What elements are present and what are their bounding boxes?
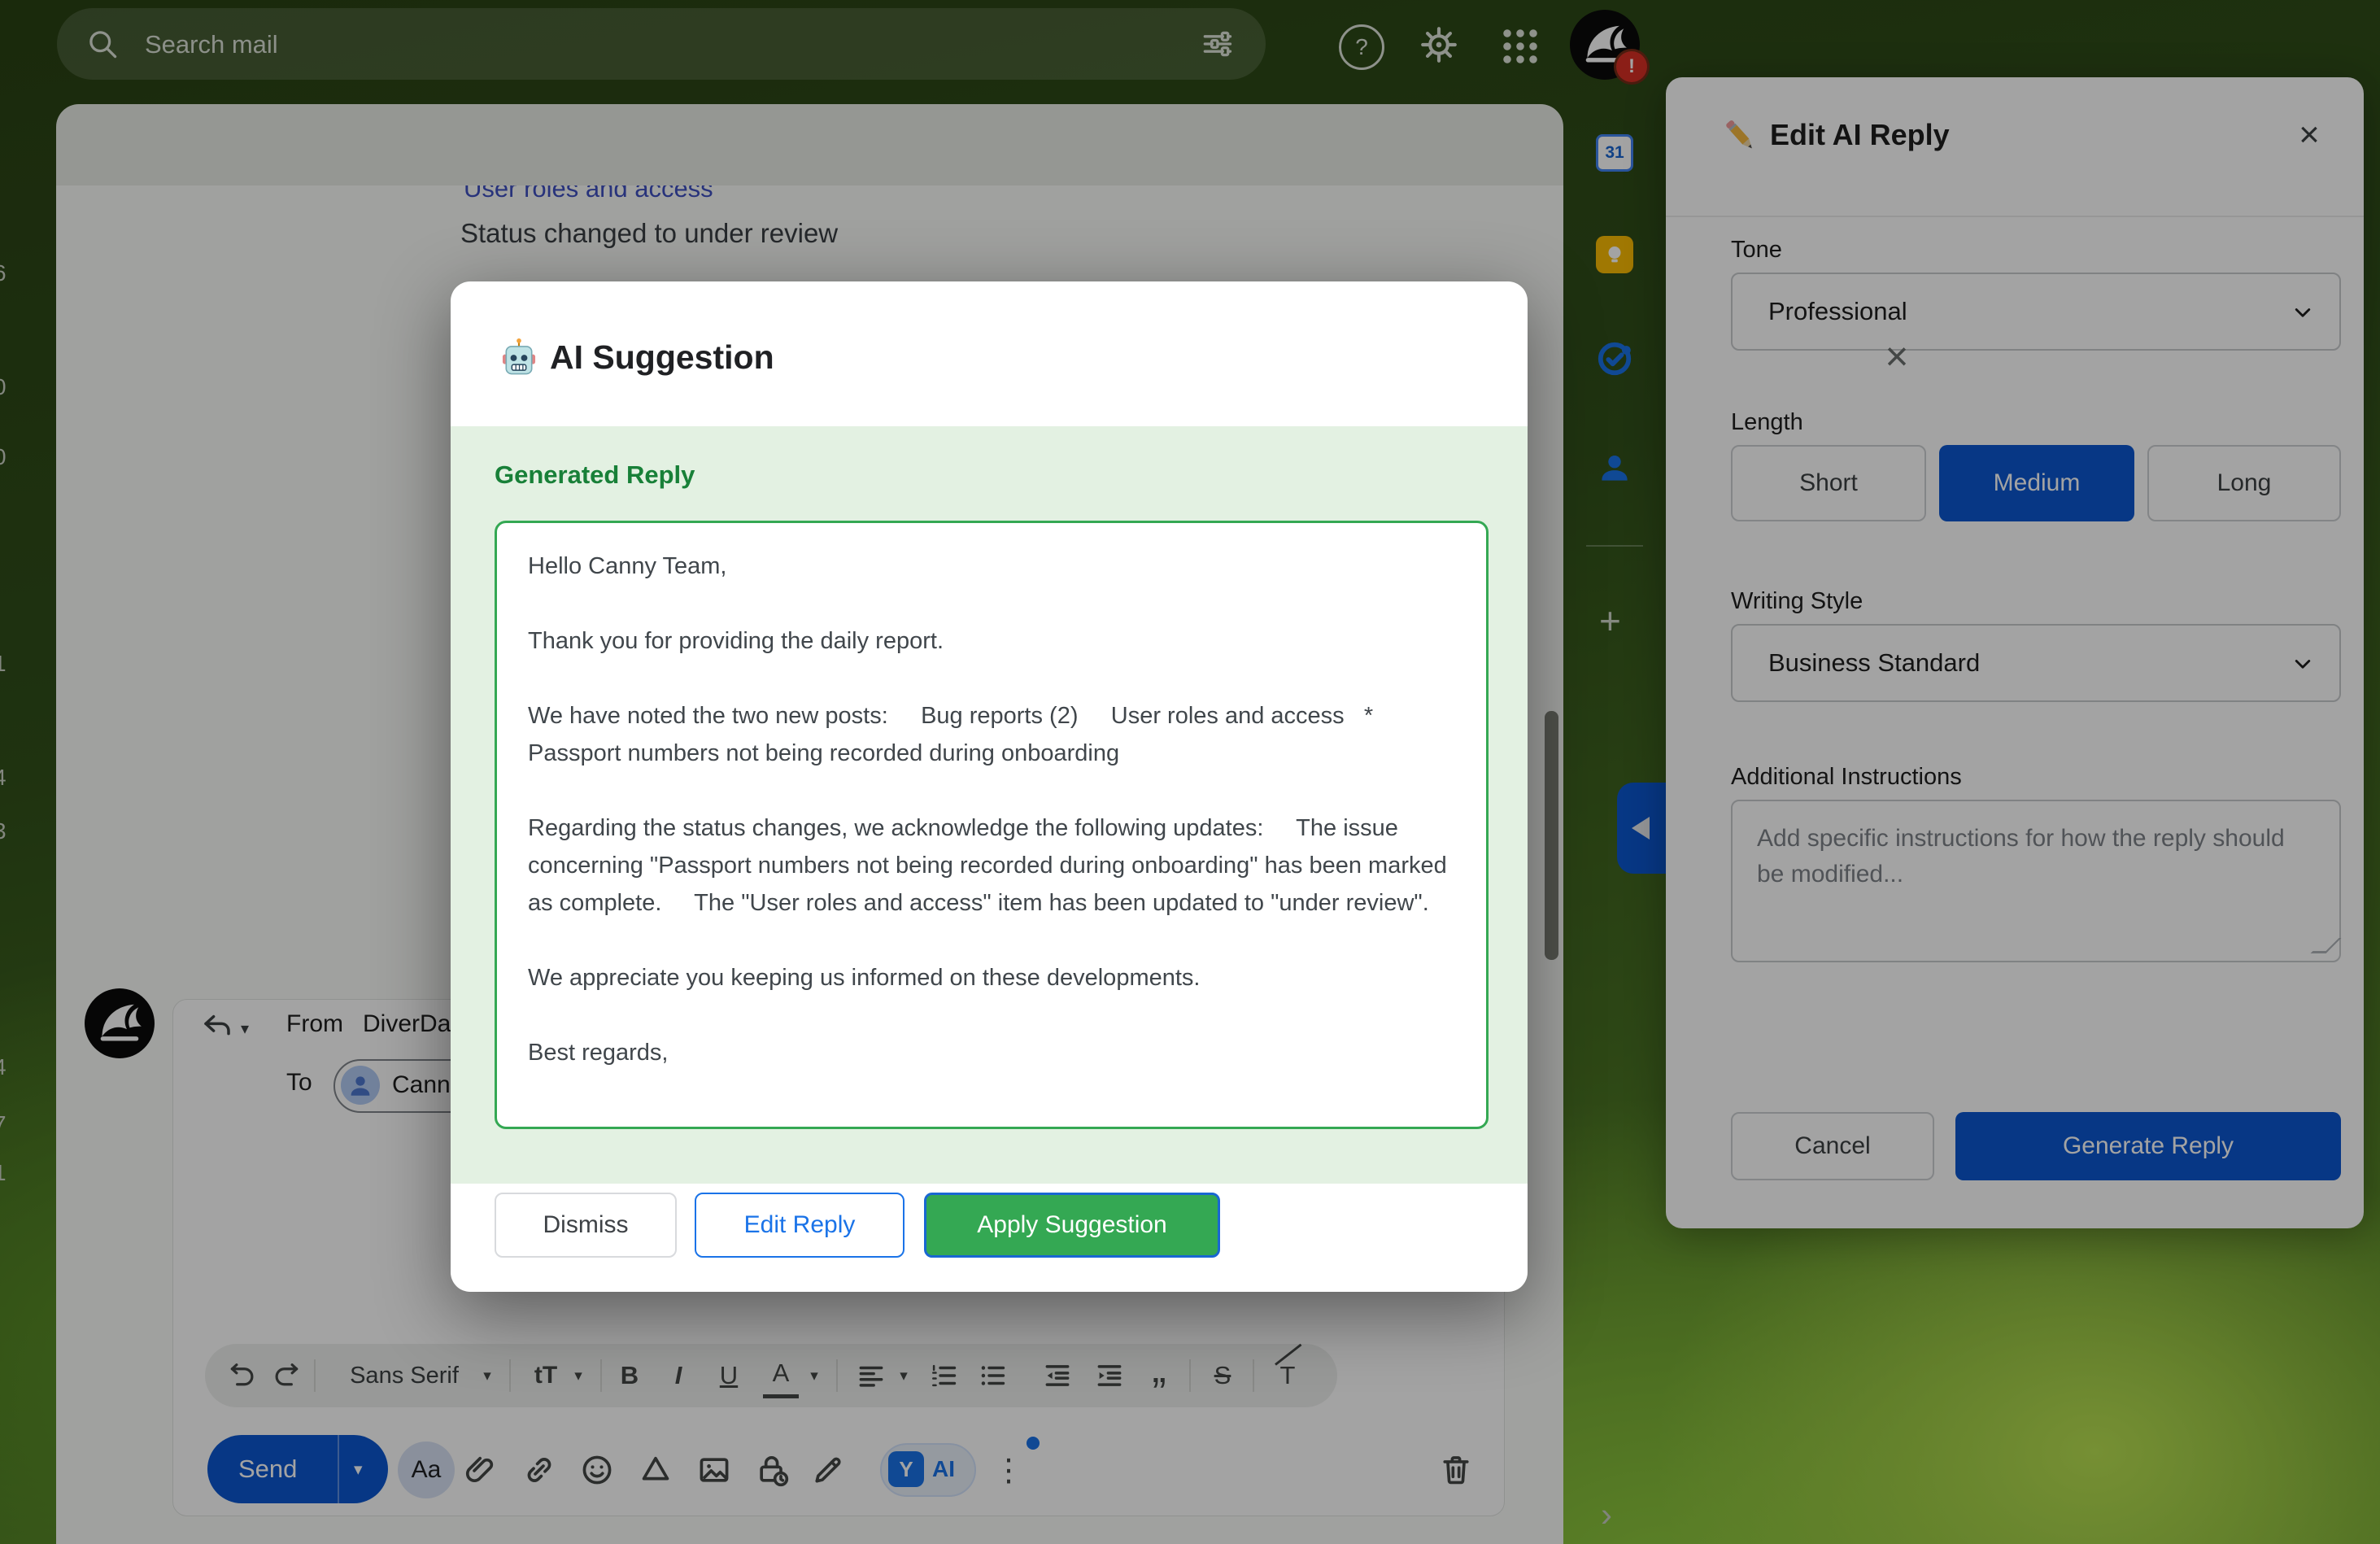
robot-emoji bbox=[498, 337, 540, 383]
apply-suggestion-button[interactable]: Apply Suggestion bbox=[924, 1193, 1220, 1258]
close-icon[interactable]: × bbox=[1868, 327, 1926, 386]
generated-reply-label: Generated Reply bbox=[495, 460, 695, 490]
gmail-screen: 6 0 0 1 4 3 4 7 1 ? ! bbox=[0, 0, 2380, 1544]
edit-reply-button[interactable]: Edit Reply bbox=[695, 1193, 904, 1258]
generated-reply-section: Generated Reply Hello Canny Team, Thank … bbox=[451, 426, 1528, 1184]
modal-title: AI Suggestion bbox=[550, 338, 774, 377]
generated-reply-text[interactable]: Hello Canny Team, Thank you for providin… bbox=[495, 521, 1489, 1129]
dismiss-button[interactable]: Dismiss bbox=[495, 1193, 677, 1258]
ai-suggestion-modal: AI Suggestion × Generated Reply Hello Ca… bbox=[451, 281, 1528, 1292]
